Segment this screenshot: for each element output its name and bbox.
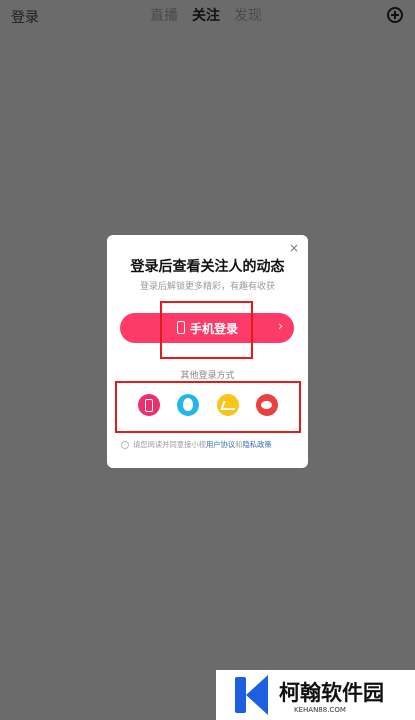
- plus-circle-icon[interactable]: [387, 7, 403, 23]
- kehan-logo-icon: [235, 675, 273, 715]
- close-icon[interactable]: ×: [289, 241, 299, 255]
- watermark-url: KEHAN88.COM: [294, 706, 346, 714]
- logo-bar: [235, 677, 246, 713]
- tab-following[interactable]: 关注: [192, 5, 220, 25]
- highlight-box-social-icons: [115, 381, 301, 433]
- agree-radio[interactable]: [121, 441, 129, 449]
- dialog-subtitle: 登录后解锁更多精彩，有趣有收获: [139, 282, 275, 292]
- top-nav-bar: 登录 直播 关注 发现: [0, 0, 415, 32]
- watermark: 柯翰软件园 KEHAN88.COM: [216, 670, 415, 720]
- tab-live[interactable]: 直播: [150, 5, 178, 25]
- privacy-policy-link[interactable]: 隐私政策: [242, 440, 271, 449]
- watermark-name: 柯翰软件园: [279, 681, 384, 705]
- chevron-right-icon: ›: [278, 319, 283, 333]
- tab-bar: 直播 关注 发现: [150, 5, 262, 25]
- tab-discover[interactable]: 发现: [234, 5, 262, 25]
- user-agreement-link[interactable]: 用户协议: [206, 440, 235, 449]
- agreement-row: 请您阅读并同意接小视用户协议和隐私政策: [121, 439, 306, 451]
- highlight-box-phone-login: [160, 301, 253, 359]
- agreement-prefix: 请您阅读并同意接小视: [133, 440, 206, 449]
- other-login-methods-label: 其他登录方式: [180, 371, 235, 381]
- agreement-text: 请您阅读并同意接小视用户协议和隐私政策: [133, 440, 272, 450]
- login-link[interactable]: 登录: [11, 7, 39, 27]
- logo-wedge: [246, 675, 268, 715]
- dialog-title: 登录后查看关注人的动态: [130, 259, 285, 275]
